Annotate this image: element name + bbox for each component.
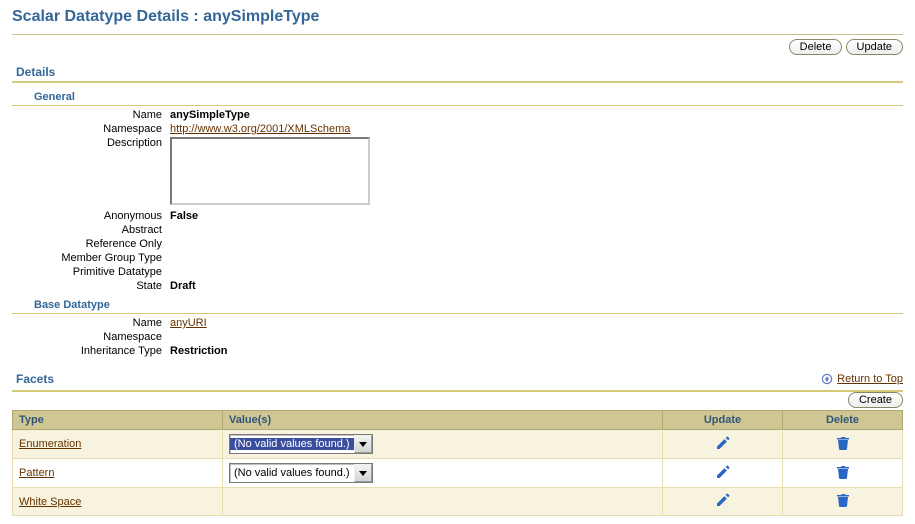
field-reference-only: Reference Only xyxy=(12,237,903,251)
facet-values-text: (No valid values found.) xyxy=(230,467,354,479)
field-description: Description xyxy=(12,136,903,209)
label-state: State xyxy=(12,280,170,292)
base-datatype-heading: Base Datatype xyxy=(12,293,903,314)
description-textarea[interactable] xyxy=(170,137,370,205)
field-name: Name anySimpleType xyxy=(12,108,903,122)
label-base-name: Name xyxy=(12,317,170,329)
field-abstract: Abstract xyxy=(12,223,903,237)
trash-icon[interactable] xyxy=(835,492,851,508)
top-button-bar: Delete Update xyxy=(12,39,903,61)
namespace-link[interactable]: http://www.w3.org/2001/XMLSchema xyxy=(170,123,350,135)
field-anonymous: Anonymous False xyxy=(12,209,903,223)
label-namespace: Namespace xyxy=(12,123,170,135)
create-button[interactable]: Create xyxy=(848,392,903,408)
field-base-namespace: Namespace xyxy=(12,330,903,344)
value-base-name: anyURI xyxy=(170,317,207,329)
label-reference-only: Reference Only xyxy=(12,238,170,250)
pencil-icon[interactable] xyxy=(715,464,731,480)
value-state: Draft xyxy=(170,280,196,292)
title-divider xyxy=(12,34,903,35)
pencil-icon[interactable] xyxy=(715,492,731,508)
label-abstract: Abstract xyxy=(12,224,170,236)
label-primitive-datatype: Primitive Datatype xyxy=(12,266,170,278)
details-heading: Details xyxy=(12,61,903,83)
table-row: Pattern (No valid values found.) xyxy=(13,459,903,488)
label-base-namespace: Namespace xyxy=(12,331,170,343)
chevron-down-icon[interactable] xyxy=(354,435,372,453)
value-anonymous: False xyxy=(170,210,198,222)
col-header-type[interactable]: Type xyxy=(13,411,223,430)
facet-values-select[interactable]: (No valid values found.) xyxy=(229,434,373,454)
facets-table: Type Value(s) Update Delete Enumeration (… xyxy=(12,410,903,516)
field-namespace: Namespace http://www.w3.org/2001/XMLSche… xyxy=(12,122,903,136)
return-to-top-link[interactable]: Return to Top xyxy=(837,373,903,385)
chevron-down-icon[interactable] xyxy=(354,464,372,482)
col-header-update[interactable]: Update xyxy=(663,411,783,430)
return-to-top: Return to Top xyxy=(821,373,903,385)
trash-icon[interactable] xyxy=(835,435,851,451)
label-base-inheritance: Inheritance Type xyxy=(12,345,170,357)
pencil-icon[interactable] xyxy=(715,435,731,451)
field-member-group-type: Member Group Type xyxy=(12,251,903,265)
return-to-top-icon xyxy=(821,373,833,385)
base-name-link[interactable]: anyURI xyxy=(170,317,207,329)
table-row: White Space xyxy=(13,488,903,516)
table-row: Enumeration (No valid values found.) xyxy=(13,430,903,459)
field-state: State Draft xyxy=(12,279,903,293)
general-heading: General xyxy=(12,85,903,106)
col-header-values[interactable]: Value(s) xyxy=(223,411,663,430)
field-base-name: Name anyURI xyxy=(12,316,903,330)
facet-type-link[interactable]: White Space xyxy=(19,496,81,508)
value-description-wrap xyxy=(170,137,370,208)
label-description: Description xyxy=(12,137,170,149)
create-button-bar: Create xyxy=(12,392,903,410)
col-header-delete[interactable]: Delete xyxy=(783,411,903,430)
label-anonymous: Anonymous xyxy=(12,210,170,222)
update-button[interactable]: Update xyxy=(846,39,903,55)
field-primitive-datatype: Primitive Datatype xyxy=(12,265,903,279)
facet-type-link[interactable]: Enumeration xyxy=(19,438,81,450)
label-name: Name xyxy=(12,109,170,121)
trash-icon[interactable] xyxy=(835,464,851,480)
facet-type-link[interactable]: Pattern xyxy=(19,467,54,479)
value-base-inheritance: Restriction xyxy=(170,345,227,357)
label-member-group-type: Member Group Type xyxy=(12,252,170,264)
value-name: anySimpleType xyxy=(170,109,250,121)
delete-button[interactable]: Delete xyxy=(789,39,843,55)
page-title: Scalar Datatype Details : anySimpleType xyxy=(12,8,903,32)
facets-heading: Facets xyxy=(12,368,821,388)
field-base-inheritance: Inheritance Type Restriction xyxy=(12,344,903,358)
facet-values-select[interactable]: (No valid values found.) xyxy=(229,463,373,483)
value-namespace: http://www.w3.org/2001/XMLSchema xyxy=(170,123,350,135)
facet-values-text: (No valid values found.) xyxy=(230,438,354,450)
